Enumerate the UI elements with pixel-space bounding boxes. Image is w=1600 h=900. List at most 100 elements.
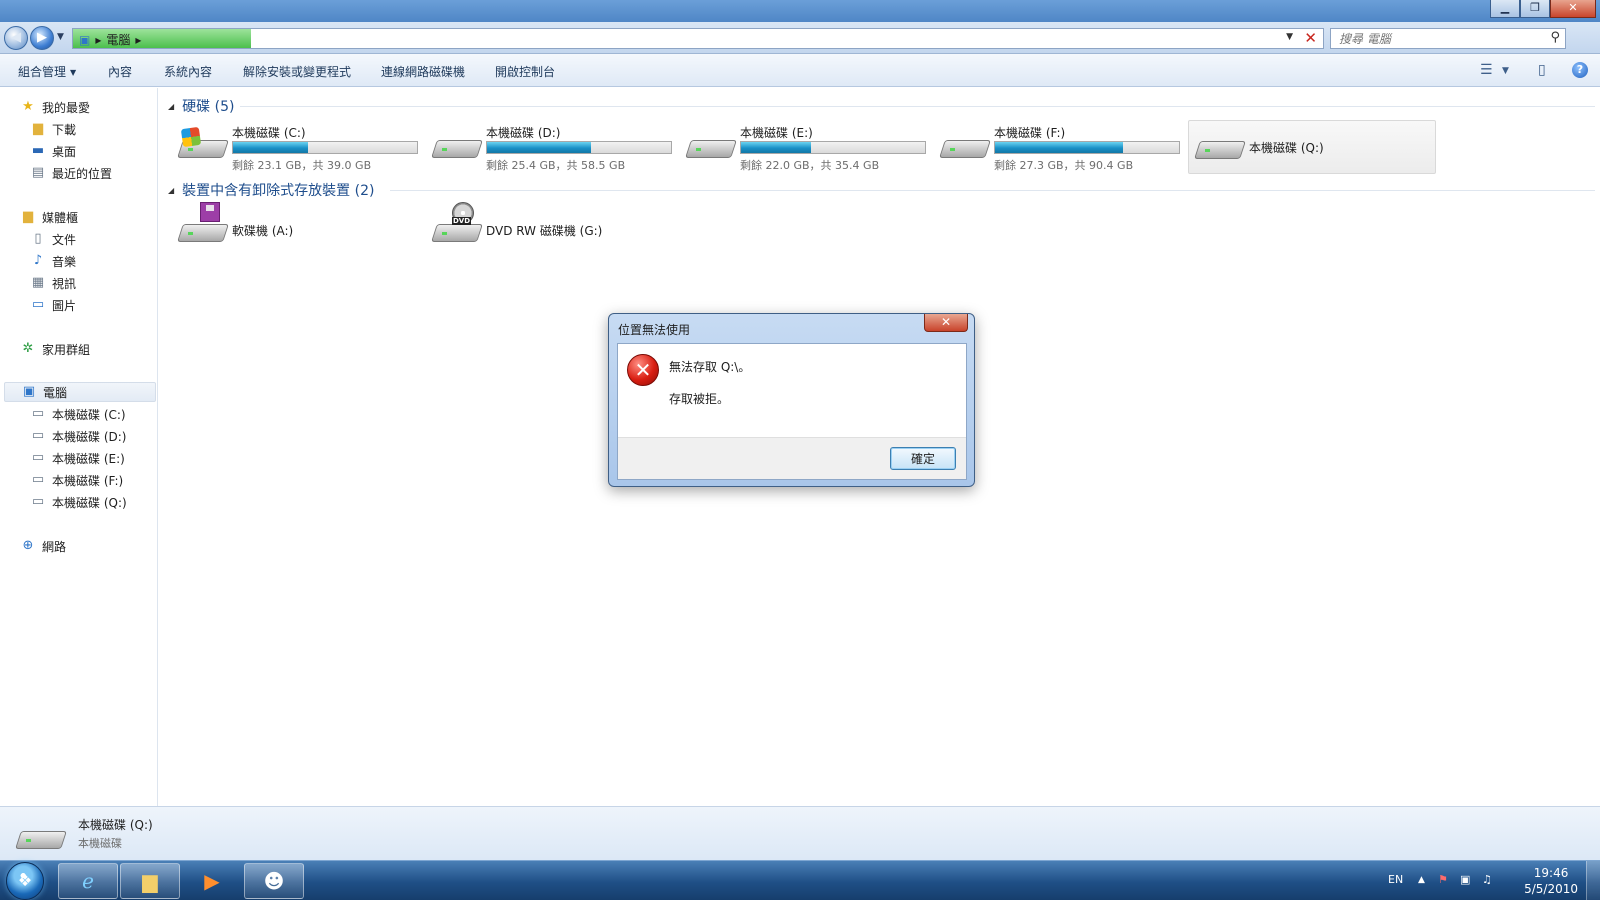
volume-icon[interactable]: ♫ [1482,873,1492,886]
sidebar-item-drive-q[interactable]: ▭ 本機磁碟 (Q:) [30,492,127,512]
minimize-button[interactable]: ▁ [1490,0,1520,18]
error-dialog: 位置無法使用 ✕ ✕ 無法存取 Q:\。 存取被拒。 確定 [608,313,975,487]
views-icon[interactable]: ☰ [1480,62,1493,78]
sidebar-item-homegroup[interactable]: ✲ 家用群組 [20,339,90,359]
language-indicator[interactable]: EN [1388,873,1403,886]
drive-name: 軟碟機 (A:) [232,224,294,238]
sidebar-item-downloads[interactable]: ▆ 下載 [30,119,76,139]
sidebar-item-computer[interactable]: ▣ 電腦 [4,382,156,402]
hard-drive-icon [1194,135,1246,161]
hard-drive-icon: ▭ [31,406,45,421]
close-button[interactable]: ✕ [1550,0,1596,18]
drive-size: 剩餘 23.1 GB，共 39.0 GB [232,159,372,172]
views-dropdown-icon[interactable]: ▼ [1502,66,1509,76]
start-button[interactable]: ❖ [6,862,44,900]
search-box: ⚲ [1330,28,1566,49]
drive-item-e[interactable]: 本機磁碟 (E:) 剩餘 22.0 GB，共 35.4 GB [680,120,928,174]
group-divider [390,190,1595,191]
taskbar-windows-explorer[interactable]: ▆ [120,863,180,899]
sidebar-item-label: 本機磁碟 (E:) [52,451,125,466]
dialog-close-button[interactable]: ✕ [924,314,968,332]
breadcrumb-separator[interactable]: ▸ [95,33,101,47]
drive-size: 剩餘 27.3 GB，共 90.4 GB [994,159,1134,172]
search-input[interactable] [1331,29,1531,48]
taskbar-internet-explorer[interactable]: ℯ [58,863,118,899]
sidebar-item-label: 最近的位置 [52,166,113,181]
network-tray-icon[interactable]: ▣ [1460,873,1470,886]
organize-label: 組合管理 [18,65,67,79]
help-icon[interactable]: ? [1572,62,1588,78]
sidebar-item-drive-f[interactable]: ▭ 本機磁碟 (F:) [30,470,123,490]
drive-item-c[interactable]: 本機磁碟 (C:) 剩餘 23.1 GB，共 39.0 GB [172,120,420,174]
drive-item-q[interactable]: 本機磁碟 (Q:) [1188,120,1436,174]
computer-icon: ▣ [79,32,91,47]
drive-usage-fill [995,142,1124,153]
computer-icon: ▣ [22,384,36,399]
sidebar-item-pictures[interactable]: ▭ 圖片 [30,295,76,315]
group-header-hard-drives[interactable]: ◢ 硬碟 (5) [168,96,234,116]
group-title: 硬碟 (5) [182,99,235,115]
organize-button[interactable]: 組合管理 ▼ [18,63,76,80]
navigation-pane: ★ 我的最愛 ▆ 下載 ▬ 桌面 ▤ 最近的位置 ▆ 媒體櫃 ▯ 文件 ♪ 音樂… [0,88,158,806]
taskbar-messenger[interactable]: ☻ [244,863,304,899]
collapse-triangle-icon[interactable]: ◢ [168,102,174,111]
breadcrumb-separator[interactable]: ▸ [135,33,141,47]
dvd-drive-icon: DVD [431,202,483,244]
hard-drive-icon: ▭ [31,472,45,487]
action-center-icon[interactable]: ⚑ [1438,873,1448,886]
sidebar-item-drive-e[interactable]: ▭ 本機磁碟 (E:) [30,448,125,468]
sidebar-item-label: 文件 [52,232,77,247]
sidebar-item-drive-d[interactable]: ▭ 本機磁碟 (D:) [30,426,127,446]
sidebar-item-videos[interactable]: ▦ 視訊 [30,273,76,293]
sidebar-item-label: 本機磁碟 (F:) [52,473,124,488]
search-icon[interactable]: ⚲ [1550,30,1560,45]
sidebar-item-recent[interactable]: ▤ 最近的位置 [30,163,112,183]
downloads-folder-icon: ▆ [33,121,43,136]
sidebar-item-label: 音樂 [52,254,77,269]
show-desktop-button[interactable] [1586,861,1600,900]
stop-icon[interactable]: ✕ [1304,29,1317,47]
taskbar-media-player[interactable]: ▶ [182,863,242,899]
collapse-triangle-icon[interactable]: ◢ [168,186,174,195]
address-dropdown-icon[interactable]: ▼ [1286,32,1293,42]
command-bar: 組合管理 ▼ 內容 系統內容 解除安裝或變更程式 連線網路磁碟機 開啟控制台 ☰ … [0,54,1600,87]
sidebar-item-drive-c[interactable]: ▭ 本機磁碟 (C:) [30,404,126,424]
hard-drive-icon: ▭ [31,494,45,509]
system-properties-button[interactable]: 系統內容 [164,63,212,80]
back-button[interactable]: ◀ [4,26,28,50]
sidebar-item-favorites[interactable]: ★ 我的最愛 [20,97,90,117]
drive-item-f[interactable]: 本機磁碟 (F:) 剩餘 27.3 GB，共 90.4 GB [934,120,1182,174]
uninstall-button[interactable]: 解除安裝或變更程式 [243,63,351,80]
sidebar-item-network[interactable]: ⊕ 網路 [20,536,66,556]
hard-drive-icon [939,134,991,160]
drive-name: DVD RW 磁碟機 (G:) [486,224,603,238]
forward-button[interactable]: ▶ [30,26,54,50]
restore-button[interactable]: ❐ [1520,0,1550,18]
properties-button[interactable]: 內容 [108,63,132,80]
error-icon: ✕ [627,354,659,386]
sidebar-item-music[interactable]: ♪ 音樂 [30,251,76,271]
drive-item-g[interactable]: DVD DVD RW 磁碟機 (G:) [426,202,674,258]
breadcrumb-computer[interactable]: 電腦 [106,31,130,48]
preview-pane-icon[interactable]: ▯ [1538,62,1546,78]
dialog-body: ✕ 無法存取 Q:\。 存取被拒。 確定 [617,343,967,480]
sidebar-item-libraries[interactable]: ▆ 媒體櫃 [20,207,78,227]
details-type: 本機磁碟 [78,837,122,850]
folder-icon: ▆ [142,869,158,893]
map-network-drive-button[interactable]: 連線網路磁碟機 [381,63,465,80]
system-clock[interactable]: 19:46 5/5/2010 [1524,865,1578,897]
drive-item-a[interactable]: 軟碟機 (A:) [172,202,420,258]
show-hidden-icons-button[interactable]: ▲ [1418,875,1425,885]
recent-pages-dropdown[interactable]: ▼ [57,32,64,42]
sidebar-item-desktop[interactable]: ▬ 桌面 [30,141,76,161]
star-icon: ★ [22,99,34,114]
floppy-drive-icon [177,202,229,244]
address-bar[interactable]: ▣ ▸ 電腦 ▸ ▼ ✕ [72,28,1324,49]
drive-item-d[interactable]: 本機磁碟 (D:) 剩餘 25.4 GB，共 58.5 GB [426,120,674,174]
open-control-panel-button[interactable]: 開啟控制台 [495,63,555,80]
hard-drive-icon: ▭ [31,428,45,443]
group-header-removable[interactable]: ◢ 裝置中含有卸除式存放裝置 (2) [168,180,374,200]
ok-button[interactable]: 確定 [890,447,956,470]
drive-name: 本機磁碟 (F:) [994,126,1066,140]
sidebar-item-documents[interactable]: ▯ 文件 [30,229,76,249]
